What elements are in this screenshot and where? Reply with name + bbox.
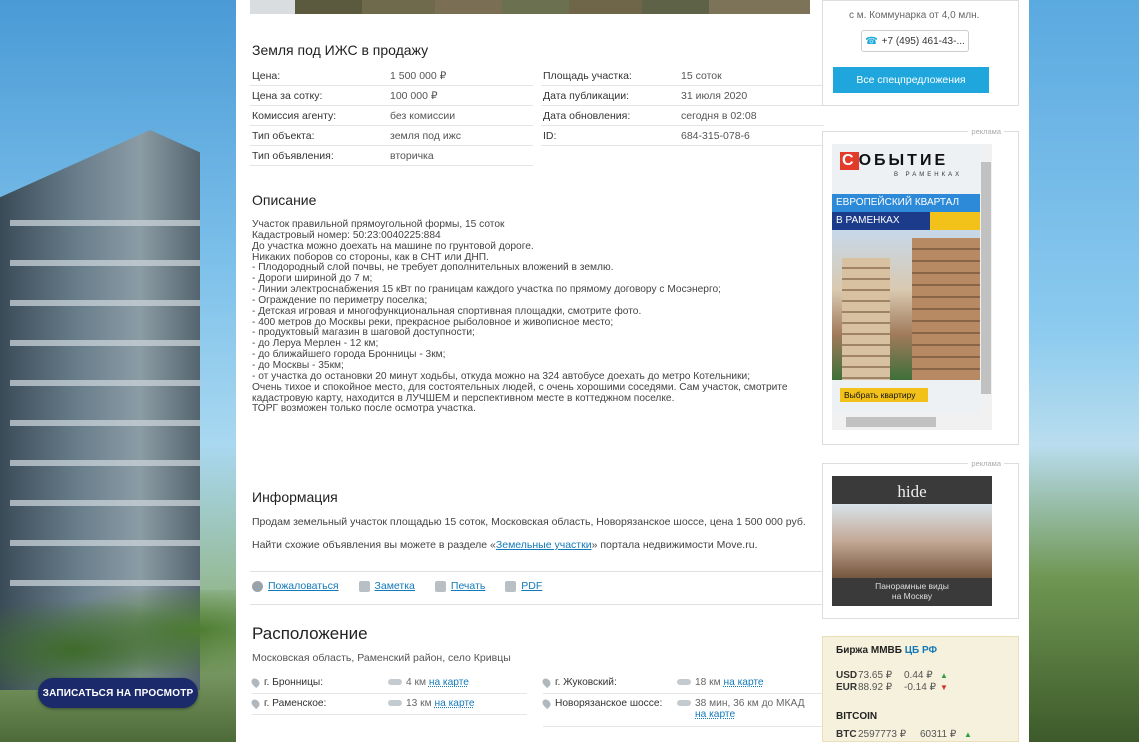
info-similar: Найти схожие объявления вы можете в разд…: [252, 539, 758, 551]
pin-icon: [249, 697, 262, 710]
print-link[interactable]: Печать: [434, 580, 485, 592]
rate-row-eur: EUR88.92 ₽ -0.14 ₽ ▼: [836, 682, 948, 693]
info-title: Информация: [252, 489, 338, 505]
prop-row: Цена: 1 500 000 ₽: [250, 66, 533, 86]
ad-hide-banner[interactable]: hide Панорамные виды на Москву: [832, 476, 992, 606]
divider: [250, 571, 824, 572]
map-link[interactable]: на карте: [434, 698, 474, 709]
rates-title: Биржа ММВБ ЦБ РФ: [836, 645, 938, 656]
background-building-left: [0, 0, 244, 742]
location-address: Московская область, Раменский район, сел…: [252, 652, 511, 664]
prop-row: Тип объекта: земля под ижс: [250, 126, 533, 146]
vertical-scrollbar[interactable]: [980, 144, 992, 414]
background-landscape-right: [1029, 0, 1139, 742]
arrow-up-icon: ▲: [964, 730, 972, 739]
phone-icon: ☎: [865, 35, 878, 47]
car-icon: [677, 700, 691, 706]
bitcoin-title: BITCOIN: [836, 711, 878, 722]
prop-row: Площадь участка: 15 соток: [541, 66, 824, 86]
ad-logo: С ОБЫТИЕ: [840, 152, 949, 170]
location-title: Расположение: [252, 624, 368, 643]
ad-building-image: [832, 230, 992, 380]
phone-button[interactable]: ☎ +7 (495) 461-43-...: [861, 30, 969, 52]
book-viewing-button[interactable]: ЗАПИСАТЬСЯ НА ПРОСМОТР: [38, 678, 198, 708]
car-icon: [388, 700, 402, 706]
car-icon: [388, 679, 402, 685]
ad-panorama-image: [832, 504, 992, 578]
arrow-down-icon: ▼: [940, 683, 948, 692]
pin-icon: [249, 676, 262, 689]
highway-icon: [540, 697, 553, 710]
special-offers-box: с м. Коммунарка от 4,0 млн. ☎ +7 (495) 46…: [822, 0, 1019, 106]
prop-row: Дата обновления: сегодня в 02:08: [541, 106, 824, 126]
rate-row-usd: USD73.65 ₽0.44 ₽ ▲: [836, 670, 948, 681]
location-row: г. Бронницы: 4 км на карте: [249, 676, 527, 694]
info-icon: [252, 580, 263, 592]
description-text: Участок правильной прямоугольной формы, …: [252, 219, 788, 415]
ad-caption: Панорамные виды на Москву: [875, 581, 949, 601]
location-row: г. Раменское: 13 км на карте: [249, 697, 527, 715]
rate-row-btc: BTC2597773 ₽60311 ₽ ▲: [836, 729, 972, 740]
printer-icon: [434, 580, 446, 592]
ad-label: реклама: [968, 459, 1004, 468]
metro-offer: с м. Коммунарка от 4,0 млн.: [849, 10, 980, 21]
location-row: г. Жуковский: 18 км на карте: [540, 676, 824, 694]
car-icon: [677, 679, 691, 685]
map-link[interactable]: на карте: [723, 677, 763, 688]
cbr-link[interactable]: ЦБ РФ: [905, 645, 937, 656]
arrow-up-icon: ▲: [940, 671, 948, 680]
prop-row: ID: 684-315-078-6: [541, 126, 824, 146]
prop-row: Тип объявления: вторичка: [250, 146, 533, 166]
horizontal-scrollbar[interactable]: [832, 414, 992, 430]
pdf-link[interactable]: PDF: [505, 580, 542, 592]
map-link[interactable]: на карте: [695, 709, 735, 720]
land-plots-link[interactable]: Земельные участки: [496, 539, 592, 551]
map-link[interactable]: на карте: [429, 677, 469, 688]
ad-label: реклама: [968, 127, 1004, 136]
listing-actions: Пожаловаться Заметка Печать PDF: [252, 580, 542, 592]
photo-strip[interactable]: [250, 0, 810, 14]
prop-row: Цена за сотку: 100 000 ₽: [250, 86, 533, 106]
pdf-icon: [505, 580, 517, 592]
prop-row: Комиссия агенту: без комиссии: [250, 106, 533, 126]
prop-row: Дата публикации: 31 июля 2020: [541, 86, 824, 106]
divider: [250, 604, 824, 605]
description-title: Описание: [252, 192, 317, 208]
listing-title: Земля под ИЖС в продажу: [252, 42, 429, 58]
note-link[interactable]: Заметка: [358, 580, 415, 592]
building-illustration: [0, 70, 244, 690]
pin-icon: [540, 676, 553, 689]
info-summary: Продам земельный участок площадью 15 сот…: [252, 516, 806, 528]
all-special-offers-button[interactable]: Все спецпредложения: [833, 67, 989, 93]
note-icon: [358, 580, 370, 592]
location-row: Новорязанское шоссе: 38 мин, 36 км до МК…: [540, 697, 824, 727]
complain-link[interactable]: Пожаловаться: [252, 580, 339, 592]
ad-brand: hide: [897, 482, 927, 501]
choose-apartment-button[interactable]: Выбрать квартиру: [840, 388, 928, 402]
page-content: Земля под ИЖС в продажу Цена: 1 500 000 ₽…: [236, 0, 1029, 742]
ad-sobytie-banner[interactable]: С ОБЫТИЕ В РАМЕНКАХ ЕВРОПЕЙСКИЙ КВАРТАЛ В…: [832, 144, 992, 430]
